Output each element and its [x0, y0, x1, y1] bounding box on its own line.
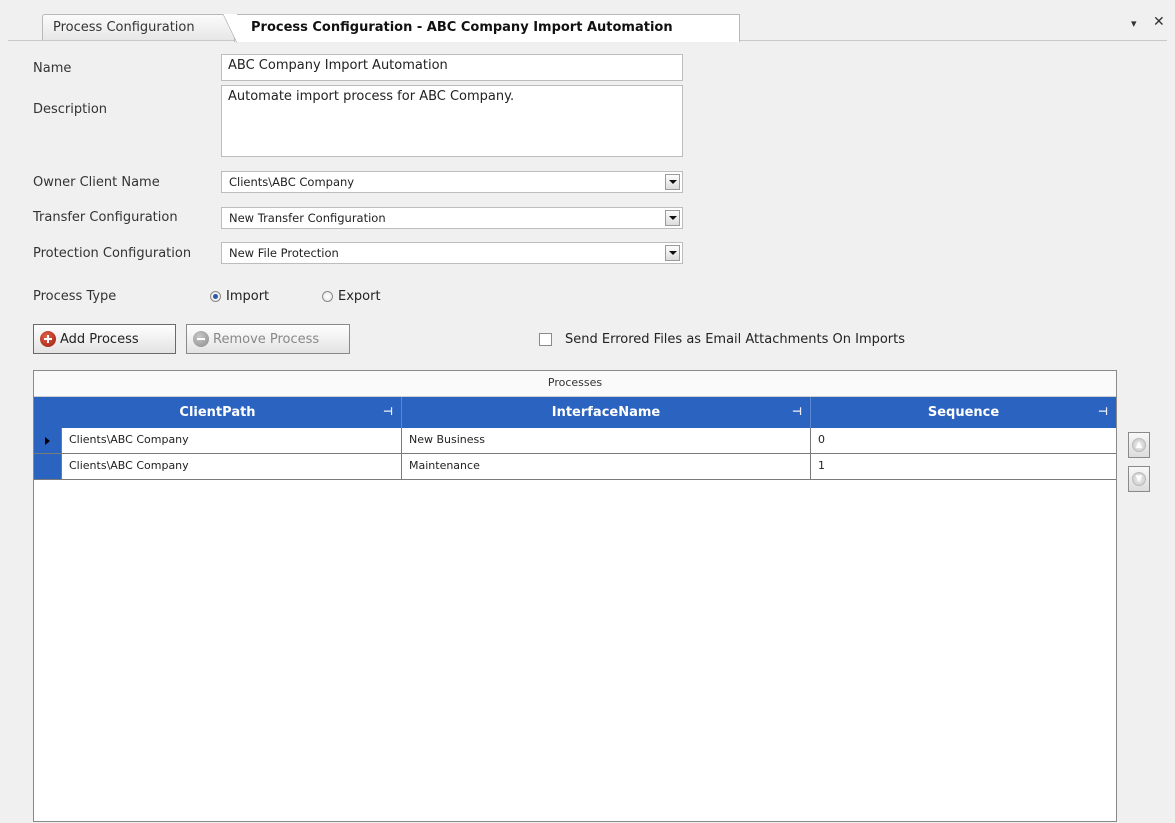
move-down-button[interactable]: ▼: [1128, 466, 1150, 492]
table-row[interactable]: Clients\ABC Company New Business 0: [34, 428, 1116, 454]
protection-configuration-value: New File Protection: [229, 246, 339, 260]
row-selector[interactable]: [34, 428, 62, 453]
column-header-interfacename[interactable]: InterfaceName ⊣: [402, 397, 811, 428]
arrow-down-icon: ▼: [1132, 472, 1146, 486]
protection-configuration-select[interactable]: New File Protection: [221, 242, 683, 264]
chevron-down-icon[interactable]: [665, 245, 680, 261]
radio-selected-icon: [210, 291, 221, 302]
tab-process-configuration-detail[interactable]: Process Configuration - ABC Company Impo…: [223, 14, 740, 43]
process-type-export-label: Export: [338, 289, 381, 304]
remove-process-button[interactable]: Remove Process: [186, 324, 350, 354]
column-header-label: ClientPath: [179, 405, 256, 420]
process-type-import-label: Import: [226, 289, 270, 304]
window-menu-icon[interactable]: ▾: [1131, 17, 1137, 30]
cell-sequence[interactable]: 1: [811, 454, 1116, 479]
add-process-label: Add Process: [60, 331, 139, 347]
row-selector[interactable]: [34, 454, 62, 479]
tab-process-configuration[interactable]: Process Configuration: [42, 14, 236, 41]
pin-icon[interactable]: ⊣: [1098, 405, 1108, 418]
chevron-down-icon[interactable]: [665, 174, 680, 190]
cell-clientpath[interactable]: Clients\ABC Company: [62, 428, 402, 453]
cell-clientpath[interactable]: Clients\ABC Company: [62, 454, 402, 479]
owner-client-name-select[interactable]: Clients\ABC Company: [221, 171, 683, 193]
current-row-icon: [45, 436, 50, 445]
column-header-sequence[interactable]: Sequence ⊣: [811, 397, 1116, 428]
column-header-label: Sequence: [927, 405, 1000, 420]
cell-interfacename[interactable]: New Business: [402, 428, 811, 453]
description-label: Description: [33, 102, 108, 117]
column-header-clientpath[interactable]: ClientPath ⊣: [34, 397, 402, 428]
chevron-down-icon[interactable]: [665, 210, 680, 226]
process-type-label: Process Type: [33, 289, 117, 304]
protection-configuration-label: Protection Configuration: [33, 246, 192, 261]
email-attachments-checkbox[interactable]: Send Errored Files as Email Attachments …: [539, 332, 905, 347]
grid-caption: Processes: [34, 371, 1116, 397]
arrow-up-icon: ▲: [1132, 438, 1146, 452]
name-label: Name: [33, 61, 72, 76]
transfer-configuration-label: Transfer Configuration: [33, 210, 178, 225]
processes-grid: Processes ClientPath ⊣ InterfaceName ⊣ S…: [33, 370, 1117, 822]
email-attachments-label: Send Errored Files as Email Attachments …: [565, 332, 906, 347]
process-type-import-radio[interactable]: Import: [210, 289, 269, 304]
name-field[interactable]: ABC Company Import Automation: [221, 54, 683, 81]
checkbox-icon: [539, 333, 552, 346]
remove-process-label: Remove Process: [213, 331, 320, 347]
process-type-export-radio[interactable]: Export: [322, 289, 381, 304]
transfer-configuration-value: New Transfer Configuration: [229, 211, 386, 225]
column-header-label: InterfaceName: [551, 405, 661, 420]
cell-sequence[interactable]: 0: [811, 428, 1116, 453]
add-process-button[interactable]: Add Process: [33, 324, 176, 354]
owner-client-name-label: Owner Client Name: [33, 175, 160, 190]
add-icon: [40, 331, 56, 347]
move-up-button[interactable]: ▲: [1128, 432, 1150, 458]
radio-unselected-icon: [322, 291, 333, 302]
pin-icon[interactable]: ⊣: [792, 405, 802, 418]
owner-client-name-value: Clients\ABC Company: [229, 175, 355, 189]
description-field[interactable]: Automate import process for ABC Company.: [221, 85, 683, 157]
transfer-configuration-select[interactable]: New Transfer Configuration: [221, 207, 683, 229]
pin-icon[interactable]: ⊣: [383, 405, 393, 418]
cell-interfacename[interactable]: Maintenance: [402, 454, 811, 479]
grid-header-row: ClientPath ⊣ InterfaceName ⊣ Sequence ⊣: [34, 397, 1116, 428]
table-row[interactable]: Clients\ABC Company Maintenance 1: [34, 454, 1116, 480]
document-tab-strip: Process Configuration Process Configurat…: [0, 0, 1175, 43]
close-icon[interactable]: ✕: [1153, 14, 1165, 30]
remove-icon: [193, 331, 209, 347]
